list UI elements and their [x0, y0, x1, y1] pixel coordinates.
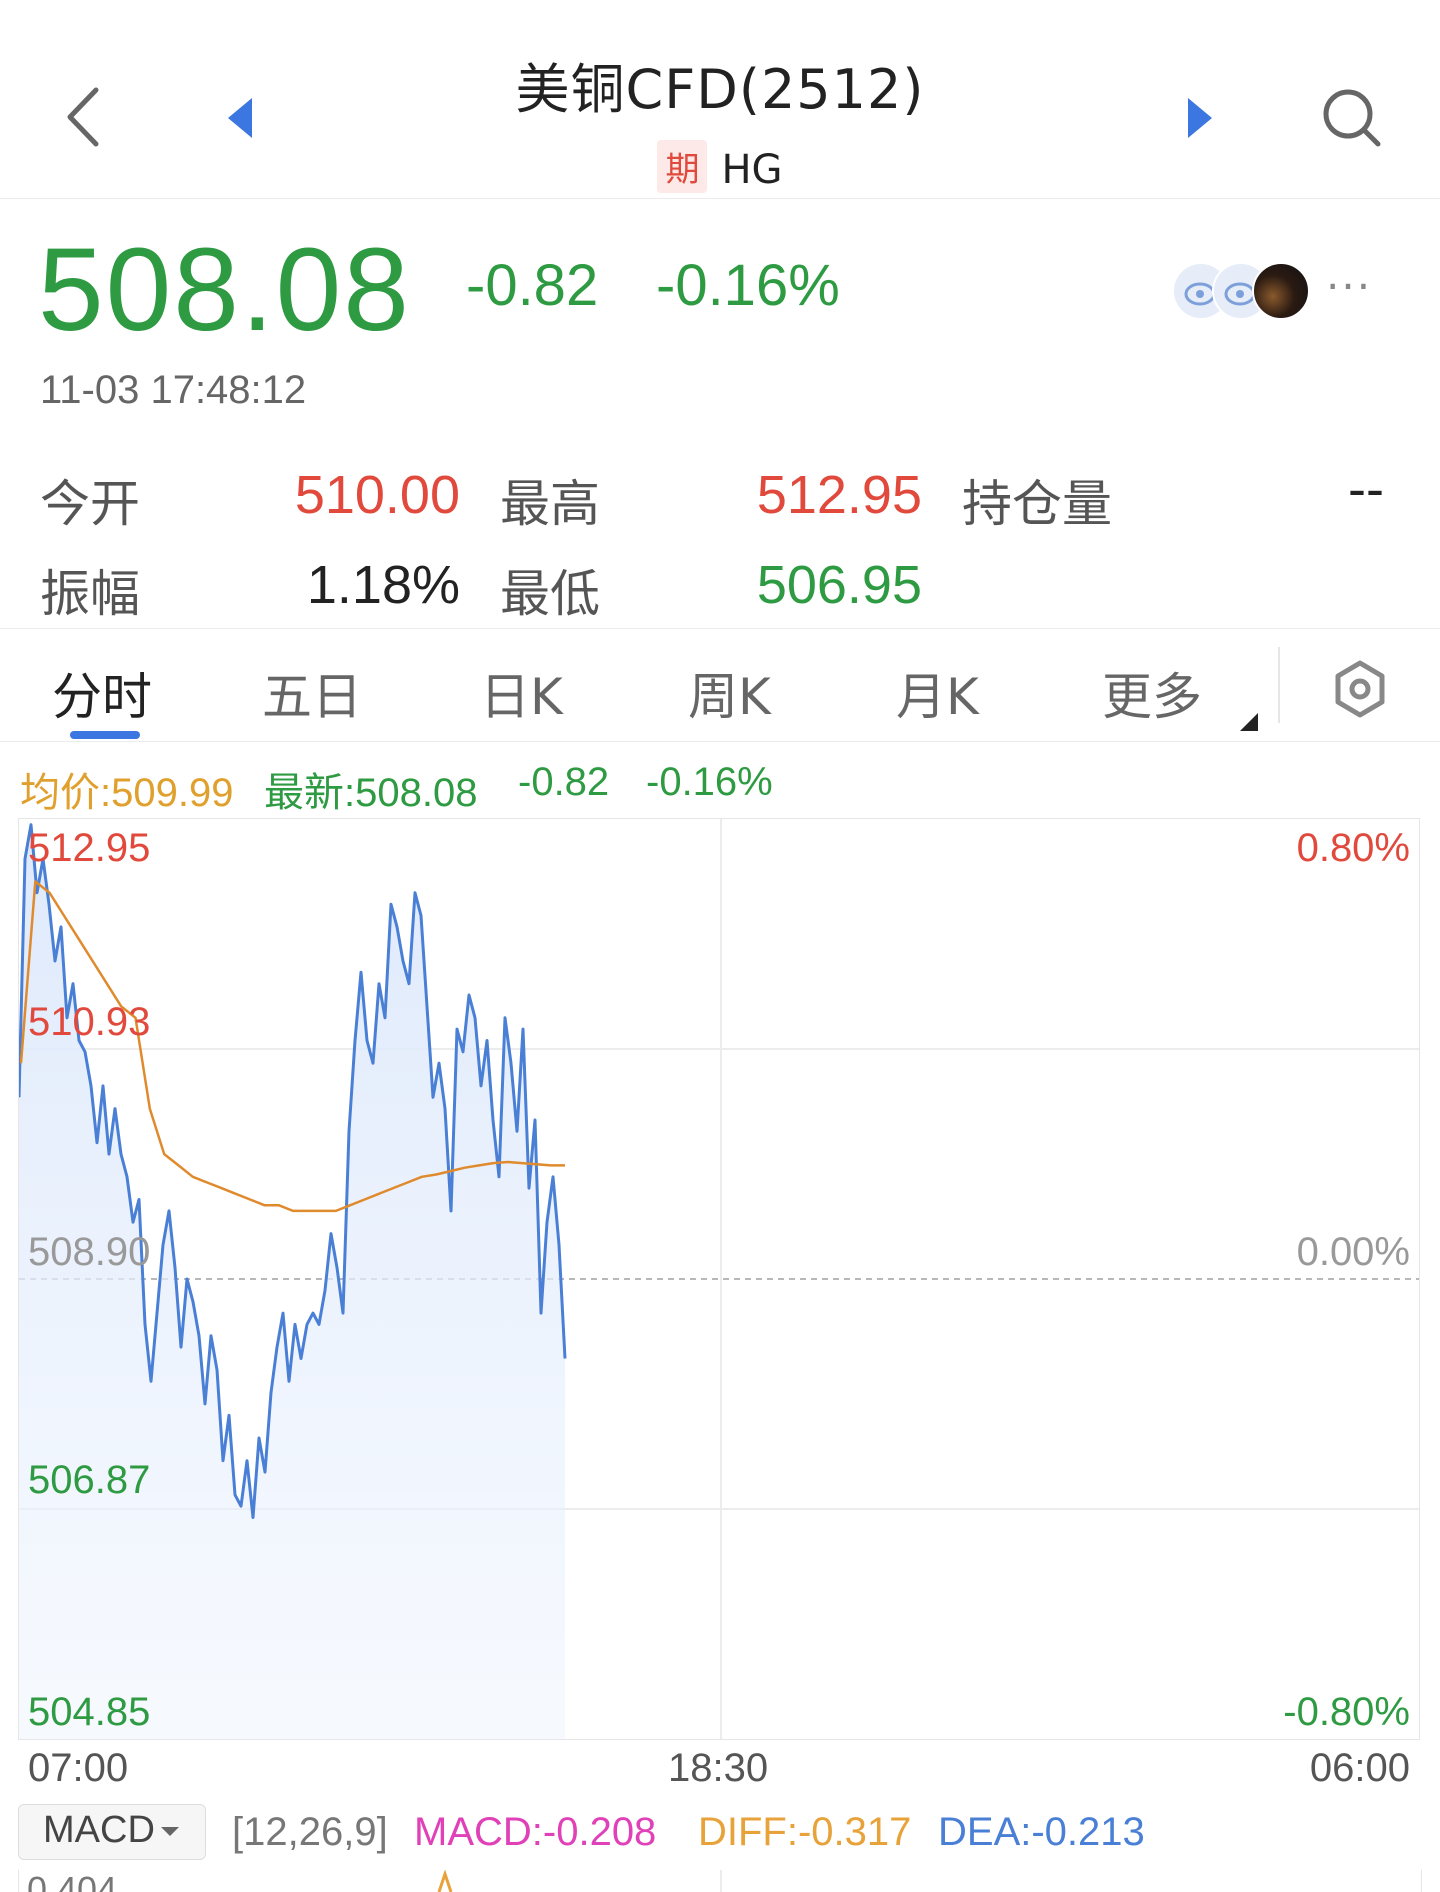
legend-change-percent: -0.16% — [646, 760, 773, 804]
y-tick-left: 504.85 — [28, 1690, 151, 1734]
open-label: 今开 — [40, 475, 140, 533]
price-area — [19, 824, 565, 1739]
open-interest-label: 持仓量 — [962, 475, 1112, 533]
macd-params: [12,26,9] — [232, 1810, 388, 1854]
y-tick-left: 512.95 — [28, 826, 151, 870]
instrument-code: 期 HG — [0, 140, 1440, 193]
x-tick: 06:00 — [1309, 1746, 1410, 1790]
open-value: 510.00 — [294, 465, 460, 525]
low-value: 506.95 — [756, 555, 922, 615]
y-tick-right: 0.80% — [1296, 826, 1410, 870]
settings-hexagon-icon[interactable] — [1330, 659, 1390, 719]
high-label: 最高 — [500, 475, 600, 533]
x-tick: 18:30 — [668, 1746, 769, 1790]
intraday-chart[interactable] — [18, 818, 1420, 1740]
average-price-legend: 均价:509.99 — [20, 771, 234, 815]
legend-change: -0.82 — [518, 760, 610, 804]
latest-price-legend: 最新:508.08 — [264, 771, 478, 815]
tab-intraday[interactable]: 分时 — [52, 657, 152, 729]
current-price: 508.08 — [38, 224, 411, 356]
next-triangle-icon[interactable] — [1184, 96, 1216, 140]
low-label: 最低 — [500, 565, 600, 623]
y-tick-right: 0.00% — [1296, 1230, 1410, 1274]
dropdown-caret-icon — [161, 1827, 179, 1836]
more-dropdown-corner-icon — [1240, 713, 1258, 731]
indicator-selector[interactable]: MACD — [18, 1804, 206, 1860]
macd-value: MACD:-0.208 — [414, 1810, 657, 1854]
tab-divider — [1278, 647, 1280, 723]
tab-more[interactable]: 更多 — [1102, 657, 1202, 729]
tab-weekly-k[interactable]: 周K — [688, 657, 771, 729]
y-tick-left: 506.87 — [28, 1458, 151, 1502]
intraday-chart-svg — [19, 819, 1419, 1739]
y-tick-left: 508.90 — [28, 1230, 151, 1274]
chart-period-tabs: 分时 五日 日K 周K 月K 更多 — [0, 628, 1440, 742]
avatar — [1252, 262, 1310, 320]
active-tab-indicator — [70, 731, 140, 739]
dea-value: DEA:-0.213 — [938, 1810, 1145, 1854]
amplitude-label: 振幅 — [40, 565, 140, 623]
diff-value: DIFF:-0.317 — [698, 1810, 912, 1854]
amplitude-value: 1.18% — [306, 555, 460, 615]
futures-tag: 期 — [657, 140, 708, 193]
quote-timestamp: 11-03 17:48:12 — [40, 368, 307, 412]
tab-daily-k[interactable]: 日K — [480, 657, 563, 729]
instrument-code-text: HG — [721, 147, 783, 193]
macd-panel: 0.404 — [18, 1870, 1422, 1892]
price-change-percent: -0.16% — [656, 253, 840, 318]
indicator-selector-label: MACD — [43, 1809, 155, 1851]
high-value: 512.95 — [756, 465, 922, 525]
x-tick: 07:00 — [28, 1746, 129, 1790]
search-icon[interactable] — [1320, 86, 1384, 150]
more-options-icon[interactable]: ··· — [1326, 262, 1372, 311]
page-title: 美铜CFD(2512) — [515, 58, 925, 121]
open-interest-value: -- — [1348, 459, 1384, 519]
y-tick-left: 510.93 — [28, 1000, 151, 1044]
social-avatars[interactable] — [1172, 262, 1312, 320]
y-tick-right: -0.80% — [1283, 1690, 1410, 1734]
top-navigation-bar: 美铜CFD(2512) 期 HG — [0, 0, 1440, 199]
tab-five-day[interactable]: 五日 — [262, 657, 362, 729]
tab-monthly-k[interactable]: 月K — [896, 657, 979, 729]
price-change: -0.82 — [466, 253, 599, 318]
